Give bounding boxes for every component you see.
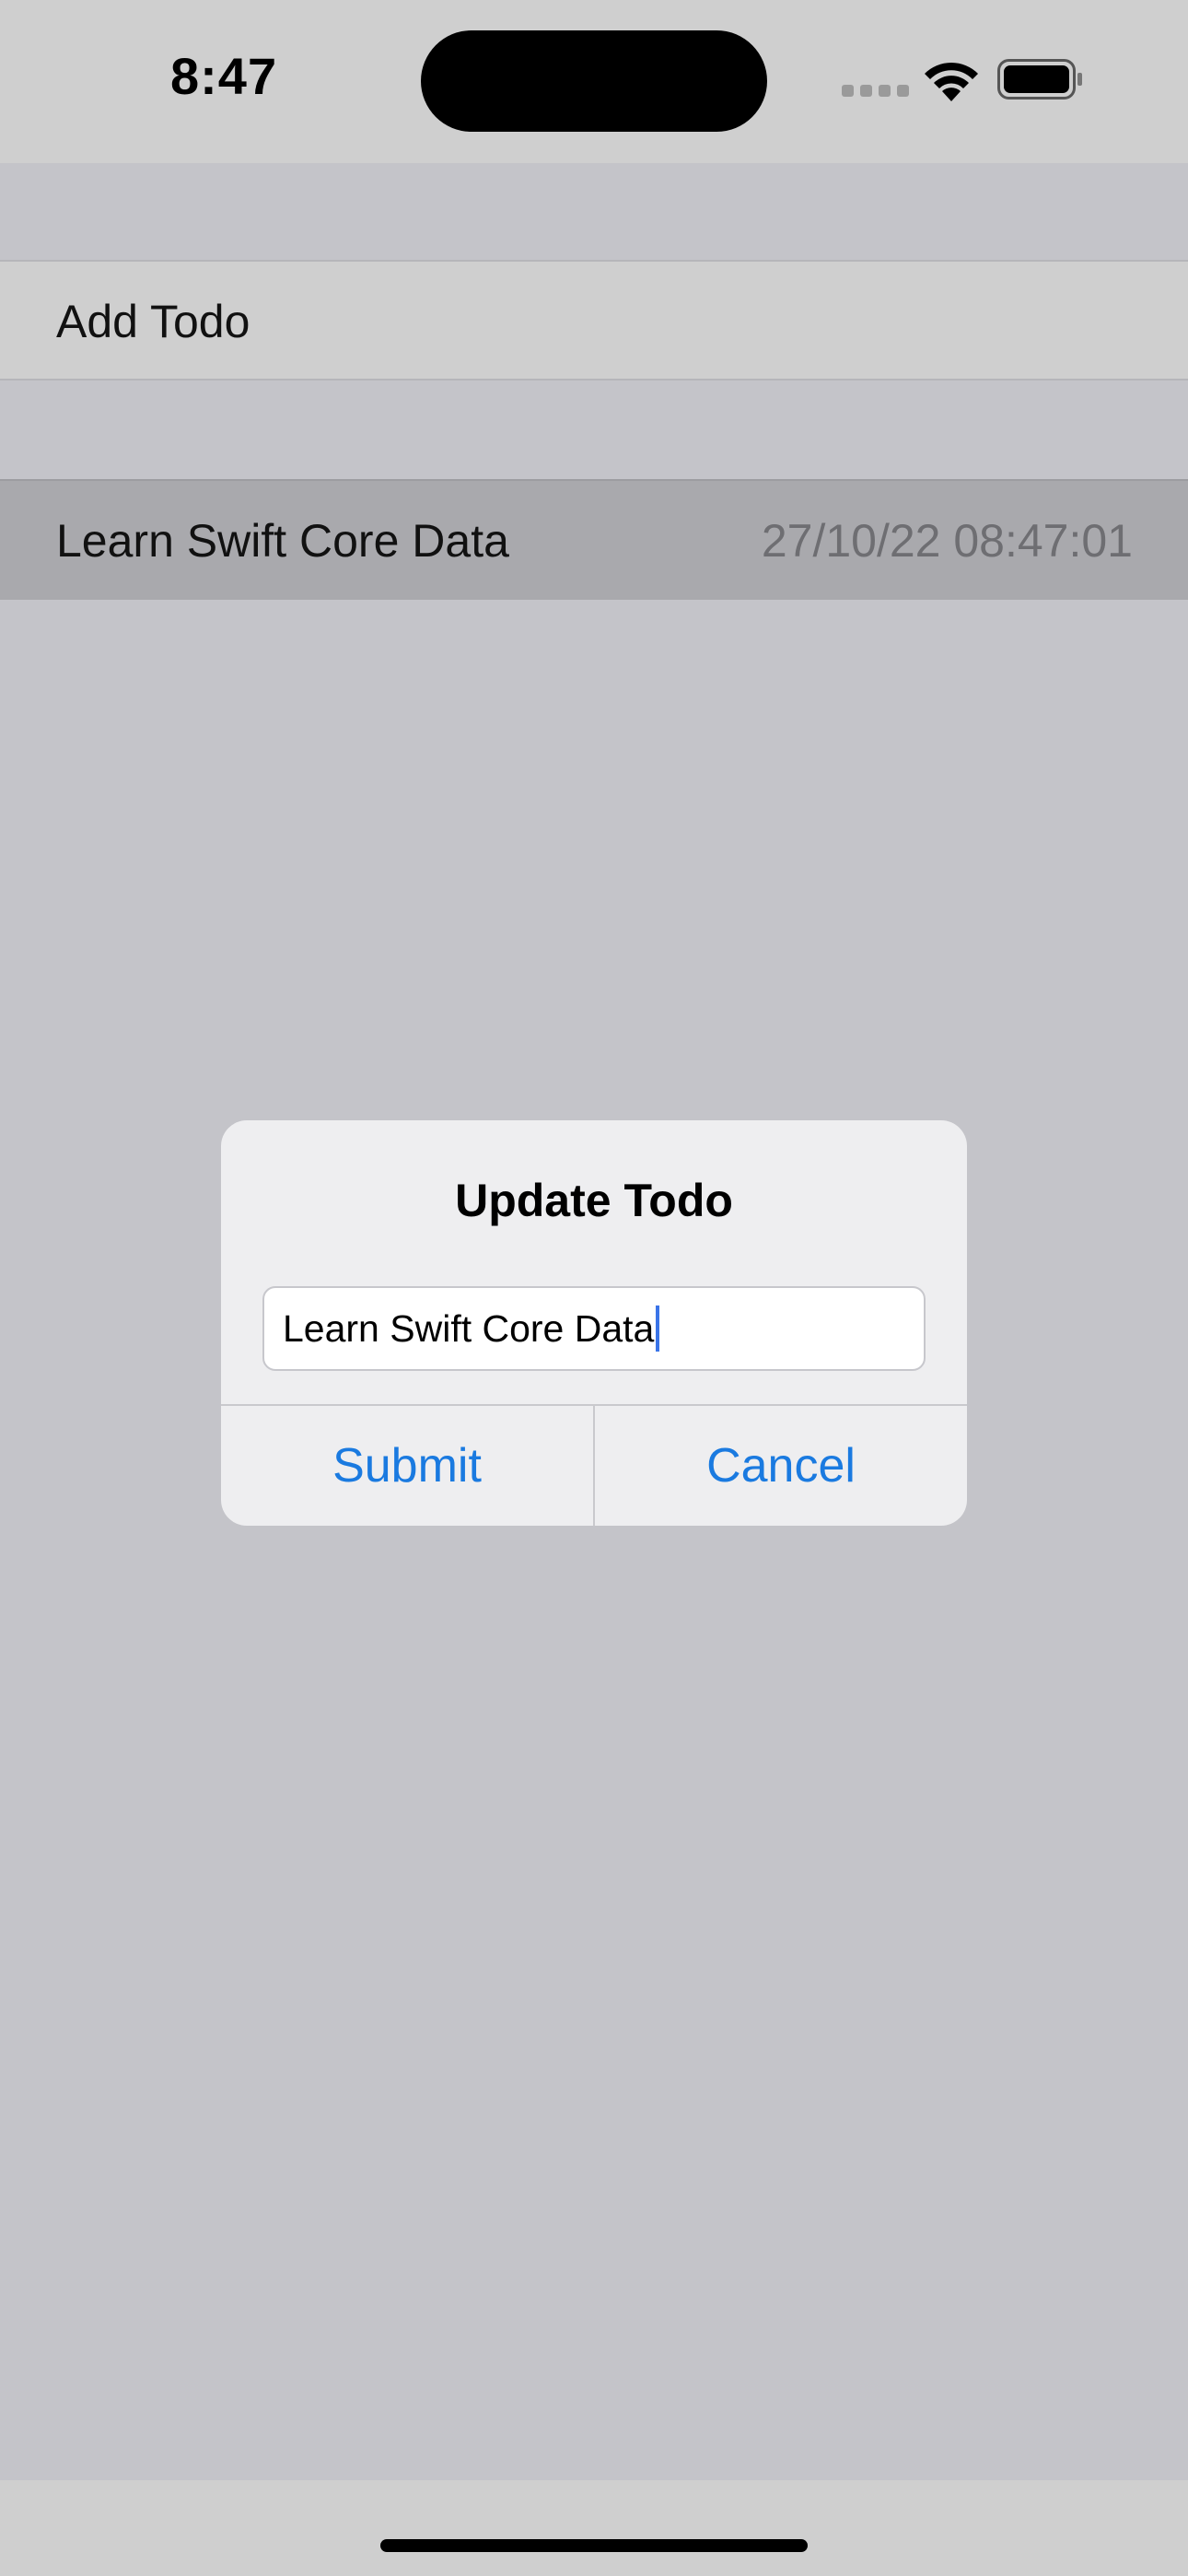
cancel-button[interactable]: Cancel bbox=[595, 1406, 967, 1526]
status-bar: 8:47 bbox=[0, 0, 1188, 163]
navigation-bar bbox=[0, 163, 1188, 261]
dynamic-island bbox=[421, 30, 767, 132]
todo-list-item[interactable]: Learn Swift Core Data 27/10/22 08:47:01 bbox=[0, 479, 1188, 600]
add-todo-label: Add Todo bbox=[56, 296, 250, 347]
add-todo-row[interactable]: Add Todo bbox=[0, 260, 1188, 381]
wifi-icon bbox=[925, 62, 978, 101]
todo-title: Learn Swift Core Data bbox=[56, 515, 509, 567]
dialog-actions: Submit Cancel bbox=[221, 1404, 967, 1526]
dialog-title: Update Todo bbox=[455, 1175, 733, 1226]
todo-text-field-value: Learn Swift Core Data bbox=[283, 1306, 655, 1350]
status-time: 8:47 bbox=[170, 47, 278, 105]
todo-text-field[interactable]: Learn Swift Core Data bbox=[262, 1286, 926, 1371]
battery-icon bbox=[997, 59, 1082, 100]
home-indicator[interactable] bbox=[380, 2539, 808, 2552]
text-cursor bbox=[656, 1306, 660, 1352]
bottom-bar bbox=[0, 2480, 1188, 2576]
update-todo-dialog: Update Todo Learn Swift Core Data Submit… bbox=[221, 1120, 967, 1526]
signal-icon bbox=[842, 85, 909, 97]
todo-date: 27/10/22 08:47:01 bbox=[761, 515, 1133, 567]
submit-button[interactable]: Submit bbox=[221, 1406, 595, 1526]
